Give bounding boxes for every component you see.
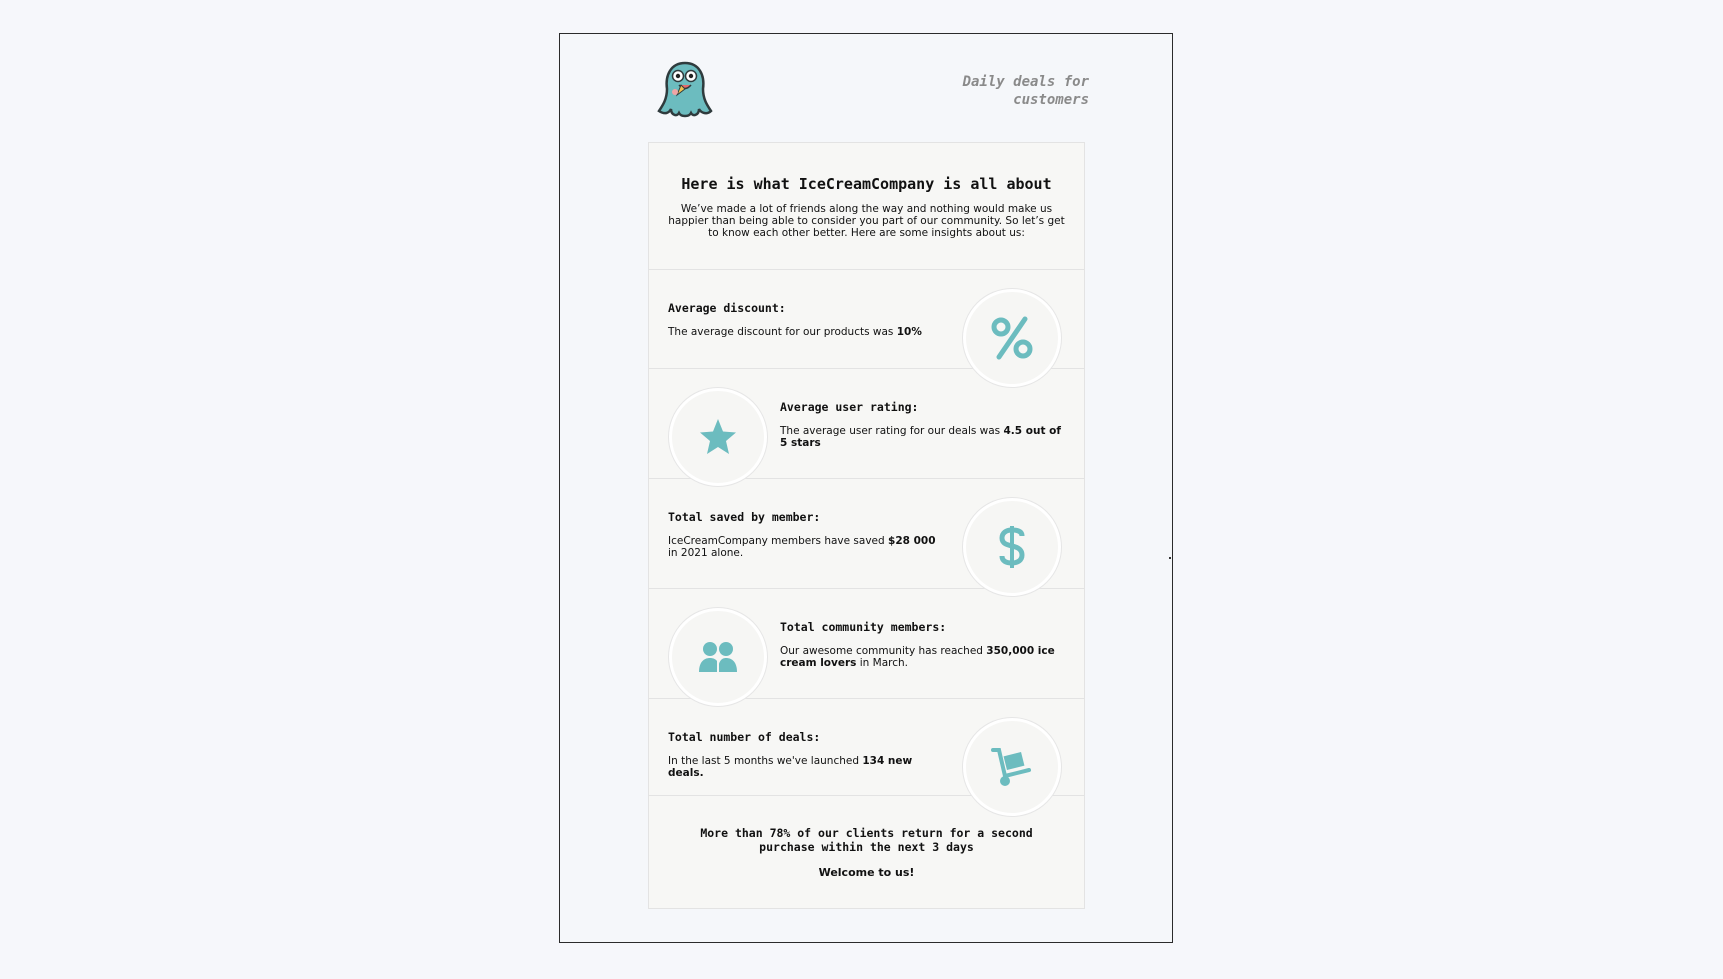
intro-title: Here is what IceCreamCompany is all abou…: [681, 175, 1052, 193]
stat-body-saved: IceCreamCompany members have saved $28 0…: [668, 535, 946, 559]
hand-truck-icon: [991, 748, 1031, 786]
stat-title-rating: Average user rating:: [780, 400, 919, 414]
stat-body-members-after: in March.: [856, 657, 909, 669]
stat-title-discount: Average discount:: [668, 301, 786, 315]
footer-welcome: Welcome to us!: [818, 866, 915, 879]
stat-icon-circle-discount: [963, 289, 1061, 387]
stat-title-saved: Total saved by member:: [668, 510, 821, 524]
stat-row-saved: Total saved by member: IceCreamCompany m…: [649, 479, 1084, 596]
stat-body-saved-text: IceCreamCompany members have saved: [668, 535, 889, 547]
stat-icon-circle-rating: [669, 388, 767, 486]
intro-text: We’ve made a lot of friends along the wa…: [668, 203, 1065, 239]
stat-body-deals: In the last 5 months we've launched 134 …: [668, 755, 946, 779]
stat-value-discount: 10%: [896, 326, 922, 338]
stat-value-saved: $28 000: [888, 535, 936, 547]
email-header: Daily deals for customers: [657, 59, 1089, 119]
stat-row-members: Total community members: Our awesome com…: [649, 589, 1084, 706]
stat-icon-circle-saved: [963, 498, 1061, 596]
stat-body-rating: The average user rating for our deals wa…: [780, 425, 1065, 449]
stats-card: Here is what IceCreamCompany is all abou…: [648, 142, 1085, 909]
stat-body-saved-after: in 2021 alone.: [668, 547, 744, 559]
stat-title-members: Total community members:: [780, 620, 947, 634]
stat-title-deals: Total number of deals:: [668, 730, 821, 744]
footer-return-rate: More than 78% of our clients return for …: [700, 826, 1033, 854]
stat-body-discount: The average discount for our products wa…: [668, 326, 946, 338]
stat-body-discount-text: The average discount for our products wa…: [668, 326, 897, 338]
stat-icon-circle-members: [669, 608, 767, 706]
stat-body-members-text: Our awesome community has reached: [780, 645, 987, 657]
stat-body-members: Our awesome community has reached 350,00…: [780, 645, 1065, 669]
percent-icon: [991, 316, 1033, 360]
header-tagline: Daily deals for customers: [962, 74, 1089, 108]
stat-text-discount: Average discount: The average discount f…: [668, 301, 946, 338]
stat-text-members: Total community members: Our awesome com…: [780, 620, 1065, 669]
intro-section: Here is what IceCreamCompany is all abou…: [649, 143, 1084, 270]
octopus-mascot-icon[interactable]: [657, 59, 713, 119]
stat-text-rating: Average user rating: The average user ra…: [780, 400, 1065, 449]
stat-text-saved: Total saved by member: IceCreamCompany m…: [668, 510, 946, 559]
stat-row-discount: Average discount: The average discount f…: [649, 270, 1084, 387]
star-icon: [700, 419, 736, 454]
stat-icon-circle-deals: [963, 718, 1061, 816]
stray-dot: [1169, 557, 1171, 559]
dollar-icon: [999, 526, 1025, 568]
stat-body-deals-text: In the last 5 months we've launched: [668, 755, 863, 767]
email-frame: Daily deals for customers Here is what I…: [559, 33, 1173, 943]
stat-body-rating-text: The average user rating for our deals wa…: [780, 425, 1004, 437]
users-icon: [699, 642, 737, 674]
stat-text-deals: Total number of deals: In the last 5 mon…: [668, 730, 946, 779]
stat-row-deals: Total number of deals: In the last 5 mon…: [649, 699, 1084, 816]
